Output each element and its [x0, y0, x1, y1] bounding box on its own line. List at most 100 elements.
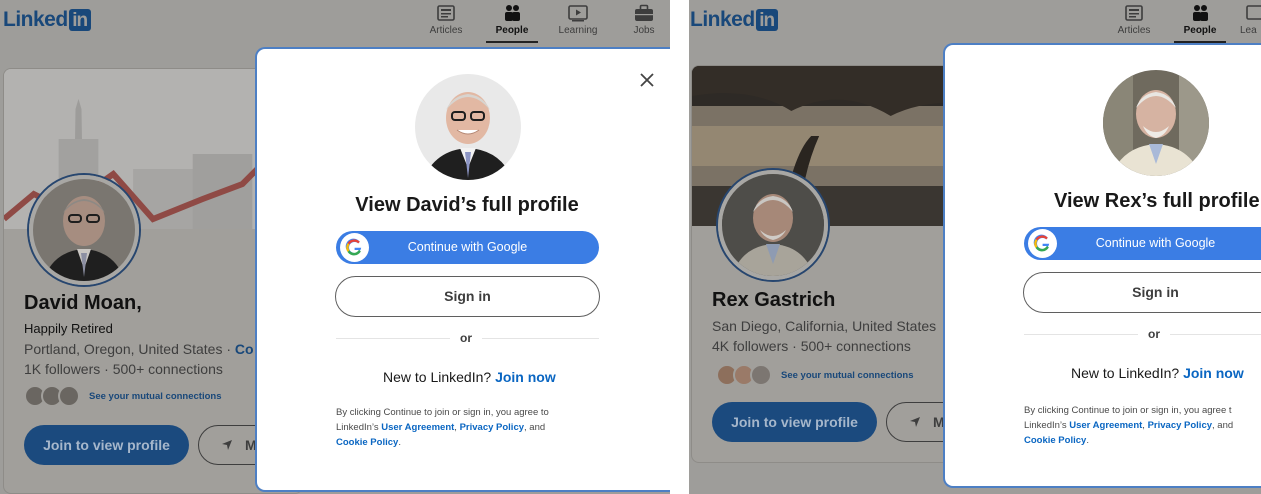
join-now-link[interactable]: Join now — [1183, 365, 1244, 381]
legal-and: , and — [1212, 420, 1234, 431]
nav-people[interactable]: People — [1174, 4, 1226, 43]
profile-headline: Happily Retired — [24, 321, 113, 336]
new-to-text: New to LinkedIn? — [383, 369, 492, 385]
nav-people-label: People — [495, 25, 529, 36]
profile-stats: 4K followers · 500+ connections — [712, 338, 911, 354]
new-to-linkedin: New to LinkedIn? Join now — [383, 369, 556, 385]
privacy-policy-link[interactable]: Privacy Policy — [460, 422, 524, 433]
legal-prefix: LinkedIn’s — [336, 422, 379, 433]
logo-box: in — [68, 9, 91, 31]
modal-avatar — [415, 74, 521, 180]
linkedin-logo[interactable]: Linked in — [690, 8, 778, 32]
logo-word: Linked — [690, 8, 755, 31]
left-screenshot: Linkedin Articles People Learning Jobs — [0, 0, 670, 494]
profile-name: Rex Gastrich — [712, 289, 836, 311]
new-to-linkedin: New to LinkedIn? Join now — [1071, 365, 1244, 381]
top-nav: Linked in Articles People Learning Jobs — [0, 0, 670, 43]
nav-jobs[interactable]: Jobs — [618, 4, 670, 36]
profile-contact-link[interactable]: Co — [235, 341, 254, 357]
message-icon — [910, 417, 920, 427]
join-to-view-button[interactable]: Join to view profile — [24, 425, 189, 465]
or-divider-text: or — [1138, 327, 1170, 341]
mutual-link[interactable]: See your mutual connections — [781, 370, 914, 381]
mutual-connections[interactable]: See your mutual connections — [24, 385, 222, 407]
legal-line-3: Cookie Policy. — [336, 435, 549, 450]
nav-articles-label: Articles — [429, 25, 463, 36]
people-icon — [505, 5, 520, 21]
legal-period: . — [398, 437, 401, 448]
message-icon — [222, 440, 232, 450]
legal-and: , and — [524, 422, 546, 433]
mutual-link[interactable]: See your mutual connections — [89, 391, 222, 402]
new-to-text: New to LinkedIn? — [1071, 365, 1180, 381]
legal-text: By clicking Continue to join or sign in,… — [1024, 403, 1233, 448]
legal-period: . — [1086, 435, 1089, 446]
nav-articles[interactable]: Articles — [420, 4, 472, 36]
jobs-icon — [635, 4, 653, 21]
cookie-policy-link[interactable]: Cookie Policy — [1024, 435, 1086, 446]
message-label: M — [933, 414, 945, 430]
close-icon[interactable] — [638, 71, 656, 89]
modal-title: View Rex’s full profile — [1054, 190, 1260, 212]
learning-icon — [1246, 5, 1261, 20]
mutual-avatars — [716, 364, 772, 386]
google-button-label: Continue with Google — [407, 240, 528, 254]
logo-box: in — [755, 9, 778, 31]
join-to-view-button[interactable]: Join to view profile — [712, 402, 877, 442]
connections-count: 500+ connections — [112, 361, 223, 377]
legal-line-3: Cookie Policy. — [1024, 433, 1233, 448]
profile-location: Portland, Oregon, United States — [24, 341, 223, 357]
people-icon — [1193, 5, 1208, 21]
google-icon-wrap — [340, 233, 369, 262]
profile-avatar — [718, 170, 828, 280]
google-button-label: Continue with Google — [1095, 236, 1216, 250]
legal-text: By clicking Continue to join or sign in,… — [336, 405, 549, 450]
connections-count: 500+ connections — [800, 338, 911, 354]
nav-learning-label: Lea — [1240, 25, 1257, 36]
profile-location: San Diego, California, United States — [712, 318, 937, 334]
google-icon-wrap — [1028, 229, 1057, 258]
nav-learning[interactable]: Lea — [1240, 4, 1261, 36]
privacy-policy-link[interactable]: Privacy Policy — [1148, 420, 1212, 431]
learning-icon — [568, 5, 588, 22]
profile-location-line: Portland, Oregon, United States · Co — [24, 341, 254, 357]
articles-icon — [1125, 5, 1143, 21]
message-label: M — [245, 437, 257, 453]
legal-prefix: LinkedIn’s — [1024, 420, 1067, 431]
profile-avatar — [29, 175, 139, 285]
sign-in-button[interactable]: Sign in — [1023, 272, 1261, 313]
user-agreement-link[interactable]: User Agreement — [1069, 420, 1142, 431]
or-divider-text: or — [450, 331, 482, 345]
signin-modal: View Rex’s full profile Continue with Go… — [945, 45, 1261, 486]
nav-learning[interactable]: Learning — [552, 4, 604, 36]
sign-in-button[interactable]: Sign in — [335, 276, 600, 317]
legal-line-1: By clicking Continue to join or sign in,… — [336, 407, 549, 418]
google-icon — [345, 238, 362, 256]
cookie-policy-link[interactable]: Cookie Policy — [336, 437, 398, 448]
modal-title: View David’s full profile — [355, 194, 579, 216]
articles-icon — [437, 5, 455, 21]
profile-name: David Moan, — [24, 292, 142, 314]
profile-stats: 1K followers · 500+ connections — [24, 361, 223, 377]
continue-with-google-button[interactable]: Continue with Google — [336, 231, 599, 264]
mutual-connections[interactable]: See your mutual connections — [716, 364, 914, 386]
nav-people-label: People — [1183, 25, 1217, 36]
signin-modal: View David’s full profile Continue with … — [257, 49, 670, 490]
continue-with-google-button[interactable]: Continue with Google — [1024, 227, 1261, 260]
top-nav: Linked in Articles People Lea — [689, 0, 1261, 43]
nav-people[interactable]: People — [486, 4, 538, 43]
mutual-avatars — [24, 385, 80, 407]
google-icon — [1033, 234, 1050, 252]
nav-articles-label: Articles — [1117, 25, 1151, 36]
linkedin-logo[interactable]: Linked in — [3, 8, 91, 32]
nav-learning-label: Learning — [558, 25, 598, 36]
modal-avatar — [1103, 70, 1209, 176]
followers-count: 1K followers — [24, 361, 101, 377]
legal-line-2: LinkedIn’s User Agreement, Privacy Polic… — [336, 422, 546, 433]
nav-articles[interactable]: Articles — [1108, 4, 1160, 36]
join-now-link[interactable]: Join now — [495, 369, 556, 385]
logo-word: Linked — [3, 8, 68, 31]
followers-count: 4K followers — [712, 338, 789, 354]
user-agreement-link[interactable]: User Agreement — [381, 422, 454, 433]
nav-jobs-label: Jobs — [633, 25, 655, 36]
